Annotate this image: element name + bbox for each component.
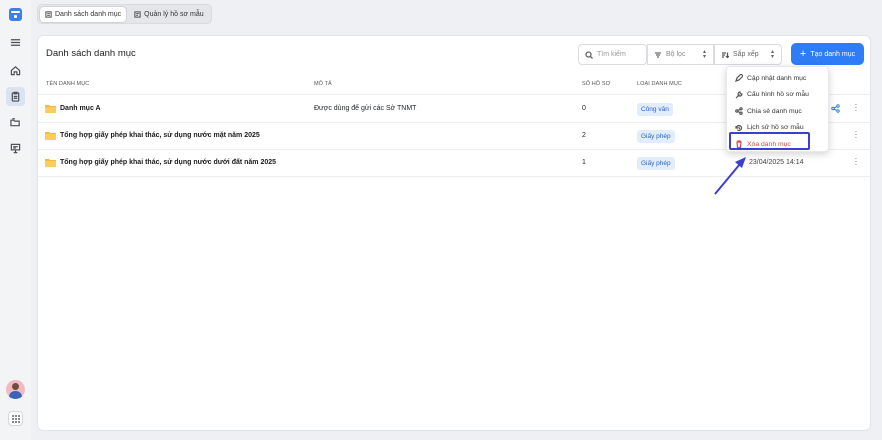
col-description: MÔ TẢ	[314, 81, 332, 87]
sort-select[interactable]: Sắp xếp ▴ ▾	[714, 44, 782, 65]
history-icon	[735, 124, 743, 131]
row-count: 1	[582, 159, 586, 166]
home-icon[interactable]	[6, 61, 25, 80]
folder-icon	[45, 132, 56, 140]
document-icon	[134, 11, 141, 18]
menu-label: Lịch sử hồ sơ mẫu	[747, 124, 804, 132]
row-description: Được dùng để gửi các Sở TNMT	[314, 105, 417, 112]
tab-template-management[interactable]: Quản lý hồ sơ mẫu	[129, 7, 208, 22]
more-options-icon[interactable]: · · ·	[854, 101, 858, 115]
filter-icon	[655, 51, 661, 58]
filter-select[interactable]: Bộ lọc ▴ ▾	[647, 44, 714, 65]
col-type: LOẠI DANH MỤC	[637, 81, 682, 87]
menu-item-update[interactable]: Cập nhật danh mục	[730, 70, 825, 87]
share-icon[interactable]	[831, 104, 840, 113]
tab-category-list[interactable]: Danh sách danh mục	[40, 7, 127, 22]
type-badge: Công văn	[637, 103, 673, 116]
sort-icon	[722, 51, 729, 58]
apps-grid-icon[interactable]	[8, 411, 23, 426]
col-name: TÊN DANH MỤC	[46, 81, 90, 87]
plus-icon: +	[799, 48, 807, 60]
row-name: Tổng hợp giấy phép khai thác, sử dụng nư…	[60, 159, 277, 166]
folder-icon	[45, 105, 56, 113]
chevron-updown-icon: ▴ ▾	[702, 49, 706, 60]
search-input[interactable]: Tìm kiếm	[578, 44, 647, 65]
sidebar	[0, 0, 31, 440]
type-badge: Giấy phép	[637, 157, 675, 170]
folders-icon[interactable]	[6, 113, 25, 132]
tab-bar: Danh sách danh mục Quản lý hồ sơ mẫu	[37, 4, 212, 24]
type-badge: Giấy phép	[637, 130, 675, 143]
presentation-icon[interactable]	[6, 139, 25, 158]
menu-label: Cập nhật danh mục	[747, 74, 807, 82]
col-count: SỐ HỒ SƠ	[582, 81, 611, 87]
annotation-arrow	[714, 157, 746, 195]
pencil-icon	[735, 74, 743, 83]
more-options-icon[interactable]: · · ·	[854, 128, 858, 142]
sort-label: Sắp xếp	[733, 51, 759, 58]
tab-label: Quản lý hồ sơ mẫu	[144, 11, 204, 18]
row-count: 2	[582, 132, 586, 139]
create-category-button[interactable]: + Tạo danh mục	[791, 43, 864, 65]
clipboard-icon[interactable]	[6, 87, 25, 106]
row-name: Tổng hợp giấy phép khai thác, sử dụng nư…	[60, 132, 260, 139]
menu-label: Chia sẻ danh mục	[747, 107, 802, 115]
menu-item-configure[interactable]: Cấu hình hồ sơ mẫu	[730, 87, 825, 104]
more-options-icon[interactable]: · · ·	[854, 155, 858, 169]
menu-icon[interactable]	[6, 33, 25, 52]
share-icon	[735, 107, 743, 116]
menu-label: Cấu hình hồ sơ mẫu	[747, 91, 809, 99]
tab-label: Danh sách danh mục	[55, 11, 122, 18]
wrench-icon	[735, 91, 743, 99]
list-icon	[45, 11, 52, 18]
search-icon	[585, 50, 593, 59]
app-logo-icon[interactable]	[9, 8, 22, 21]
filter-label: Bộ lọc	[666, 51, 686, 58]
create-label: Tạo danh mục	[810, 50, 856, 58]
menu-item-share[interactable]: Chia sẻ danh mục	[730, 103, 825, 120]
search-placeholder: Tìm kiếm	[597, 51, 626, 58]
row-count: 0	[582, 105, 586, 112]
chevron-updown-icon: ▴ ▾	[770, 49, 774, 60]
avatar[interactable]	[6, 380, 25, 399]
row-name: Danh mục A	[60, 105, 101, 112]
page-title: Danh sách danh mục	[46, 48, 136, 59]
folder-icon	[45, 159, 56, 167]
